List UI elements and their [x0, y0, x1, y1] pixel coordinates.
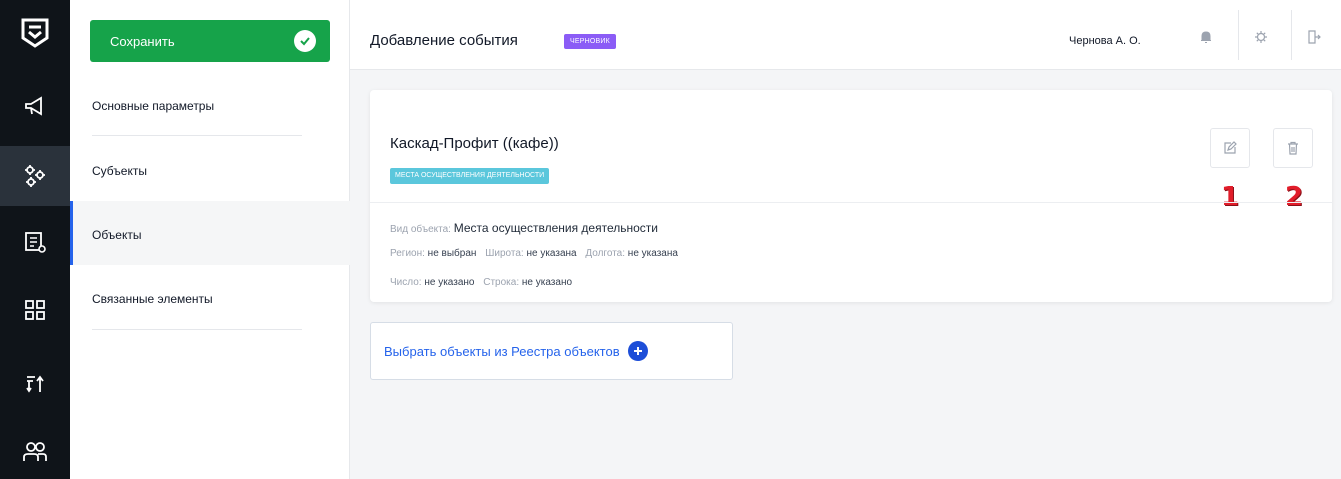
- divider: [92, 329, 302, 330]
- edit-button[interactable]: [1210, 128, 1250, 168]
- users-icon[interactable]: [0, 422, 70, 479]
- bell-icon[interactable]: [1197, 28, 1215, 46]
- settings-gears-icon[interactable]: [0, 146, 70, 206]
- check-icon: [294, 30, 316, 52]
- logo-icon[interactable]: [0, 0, 70, 66]
- nav-item-main-params[interactable]: Основные параметры: [70, 72, 350, 136]
- object-kind-row: Вид объекта: Места осуществления деятель…: [390, 221, 664, 235]
- select-objects-button[interactable]: Выбрать объекты из Реестра объектов: [370, 322, 733, 380]
- nav-item-label: Объекты: [92, 228, 142, 242]
- latitude-label: Широта:: [485, 248, 524, 259]
- save-button[interactable]: Сохранить: [90, 20, 330, 62]
- grid-icon[interactable]: [0, 280, 70, 340]
- status-badge: черновик: [564, 34, 616, 49]
- nav-item-label: Связанные элементы: [92, 292, 213, 306]
- divider: [1291, 10, 1292, 60]
- logout-icon[interactable]: [1305, 28, 1323, 46]
- trash-icon: [1288, 141, 1298, 155]
- document-list-icon[interactable]: [0, 212, 70, 272]
- divider: [92, 135, 302, 136]
- nav-item-objects[interactable]: Объекты: [70, 201, 350, 265]
- object-type-tag: места осуществления деятельности: [390, 168, 550, 184]
- main-content: Каскад-Профит ((кафе)) места осуществлен…: [350, 70, 1341, 479]
- latitude-value: не указана: [526, 248, 577, 259]
- marker-number-2: 2: [1285, 182, 1304, 212]
- string-label: Строка:: [483, 277, 520, 288]
- gear-icon[interactable]: [1252, 28, 1270, 46]
- select-objects-label: Выбрать объекты из Реестра объектов: [384, 343, 620, 359]
- save-button-label: Сохранить: [110, 33, 175, 49]
- nav-item-label: Основные параметры: [92, 99, 215, 113]
- divider: [370, 202, 1332, 203]
- icon-rail: [0, 0, 70, 479]
- plus-icon: [627, 341, 648, 361]
- delete-button[interactable]: [1273, 128, 1313, 168]
- section-nav: Сохранить Основные параметры Субъекты Об…: [70, 0, 350, 479]
- object-title: Каскад-Профит ((кафе)): [390, 135, 559, 152]
- divider: [1238, 10, 1239, 60]
- extra-row: Число: не указано Строка: не указано: [390, 277, 578, 288]
- number-value: не указано: [424, 277, 475, 288]
- user-name[interactable]: Чернова А. О.: [1069, 35, 1141, 47]
- object-kind-value: Места осуществления деятельности: [453, 221, 658, 235]
- region-label: Регион:: [390, 248, 425, 259]
- nav-item-label: Субъекты: [92, 164, 147, 178]
- page-title: Добавление события: [370, 32, 518, 49]
- object-card: Каскад-Профит ((кафе)) места осуществлен…: [370, 90, 1332, 302]
- number-label: Число:: [390, 277, 422, 288]
- longitude-value: не указана: [627, 248, 678, 259]
- top-header: Добавление события черновик Чернова А. О…: [350, 0, 1341, 70]
- longitude-label: Долгота:: [585, 248, 626, 259]
- nav-item-subjects[interactable]: Субъекты: [70, 137, 350, 201]
- edit-icon: [1224, 141, 1237, 154]
- location-row: Регион: не выбран Широта: не указана Дол…: [390, 248, 684, 259]
- megaphone-icon[interactable]: [0, 76, 70, 136]
- marker-number-1: 1: [1221, 182, 1240, 212]
- object-kind-label: Вид объекта:: [390, 224, 451, 235]
- nav-item-related[interactable]: Связанные элементы: [70, 266, 350, 330]
- sort-icon[interactable]: [0, 354, 70, 414]
- region-value: не выбран: [427, 248, 477, 259]
- string-value: не указано: [521, 277, 573, 288]
